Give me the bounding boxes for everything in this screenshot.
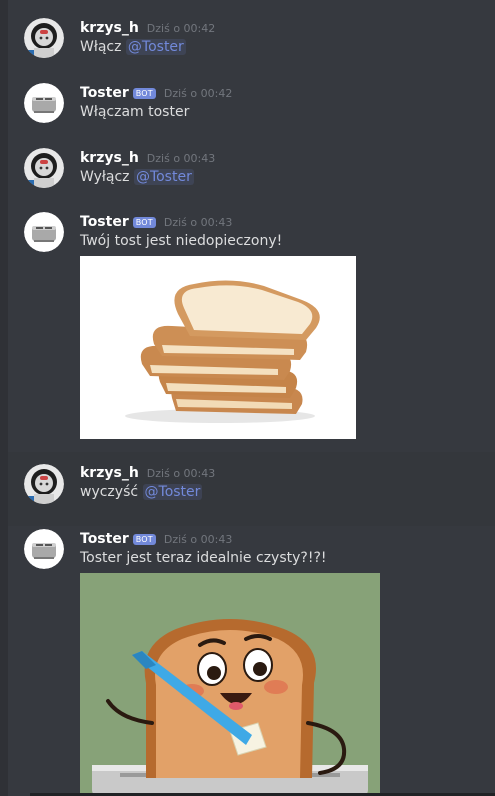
- message-text: wyczyść: [80, 484, 143, 500]
- astronaut-avatar[interactable]: [24, 148, 64, 188]
- timestamp: Dziś o 00:42: [163, 86, 233, 100]
- timestamp: Dziś o 00:43: [146, 466, 216, 480]
- mention[interactable]: @Toster: [133, 169, 194, 185]
- message-header: Toster BOT Dziś o 00:43: [80, 212, 232, 232]
- message-content: Włącz @Toster: [80, 39, 186, 55]
- message-text: Toster jest teraz idealnie czysty?!?!: [80, 550, 327, 566]
- mention[interactable]: @Toster: [142, 484, 203, 500]
- message-text: Twój tost jest niedopieczony!: [80, 233, 283, 249]
- mention[interactable]: @Toster: [125, 39, 186, 55]
- message-header: krzys_h Dziś o 00:43: [80, 148, 215, 168]
- message-header: krzys_h Dziś o 00:43: [80, 463, 215, 483]
- username[interactable]: Toster: [80, 85, 129, 101]
- message: Toster BOT Dziś o 00:42 Włączam toster: [8, 83, 495, 127]
- bot-tag: BOT: [132, 87, 156, 99]
- username[interactable]: Toster: [80, 531, 129, 547]
- bread-slices-image[interactable]: [80, 256, 356, 439]
- message-content: Wyłącz @Toster: [80, 169, 194, 185]
- bot-tag: BOT: [132, 216, 156, 228]
- message-text: Włącz: [80, 39, 126, 55]
- username[interactable]: krzys_h: [80, 465, 139, 481]
- channel-edge: [0, 0, 8, 796]
- timestamp: Dziś o 00:43: [163, 532, 233, 546]
- bot-tag: BOT: [132, 533, 156, 545]
- message-header: krzys_h Dziś o 00:42: [80, 18, 215, 38]
- toaster-avatar[interactable]: [24, 212, 64, 252]
- message-text: Włączam toster: [80, 104, 190, 120]
- message-text: Wyłącz: [80, 169, 134, 185]
- astronaut-avatar[interactable]: [24, 464, 64, 504]
- toaster-avatar[interactable]: [24, 529, 64, 569]
- username[interactable]: krzys_h: [80, 20, 139, 36]
- message-header: Toster BOT Dziś o 00:42: [80, 83, 232, 103]
- message: krzys_h Dziś o 00:42 Włącz @Toster: [8, 18, 495, 62]
- message-content: Włączam toster: [80, 104, 189, 120]
- message: krzys_h Dziś o 00:43 Wyłącz @Toster: [8, 148, 495, 192]
- timestamp: Dziś o 00:43: [163, 215, 233, 229]
- message: krzys_h Dziś o 00:43 wyczyść @Toster: [8, 452, 495, 526]
- message-content: Twój tost jest niedopieczony!: [80, 233, 282, 249]
- timestamp: Dziś o 00:42: [146, 21, 216, 35]
- username[interactable]: krzys_h: [80, 150, 139, 166]
- message-header: Toster BOT Dziś o 00:43: [80, 529, 232, 549]
- cartoon-toast-image[interactable]: [80, 573, 380, 796]
- message-content: Toster jest teraz idealnie czysty?!?!: [80, 550, 326, 566]
- message: Toster BOT Dziś o 00:43 Twój tost jest n…: [8, 212, 495, 442]
- timestamp: Dziś o 00:43: [146, 151, 216, 165]
- username[interactable]: Toster: [80, 214, 129, 230]
- message-content: wyczyść @Toster: [80, 484, 203, 500]
- toaster-avatar[interactable]: [24, 83, 64, 123]
- message: Toster BOT Dziś o 00:43 Toster jest tera…: [8, 529, 495, 796]
- astronaut-avatar[interactable]: [24, 18, 64, 58]
